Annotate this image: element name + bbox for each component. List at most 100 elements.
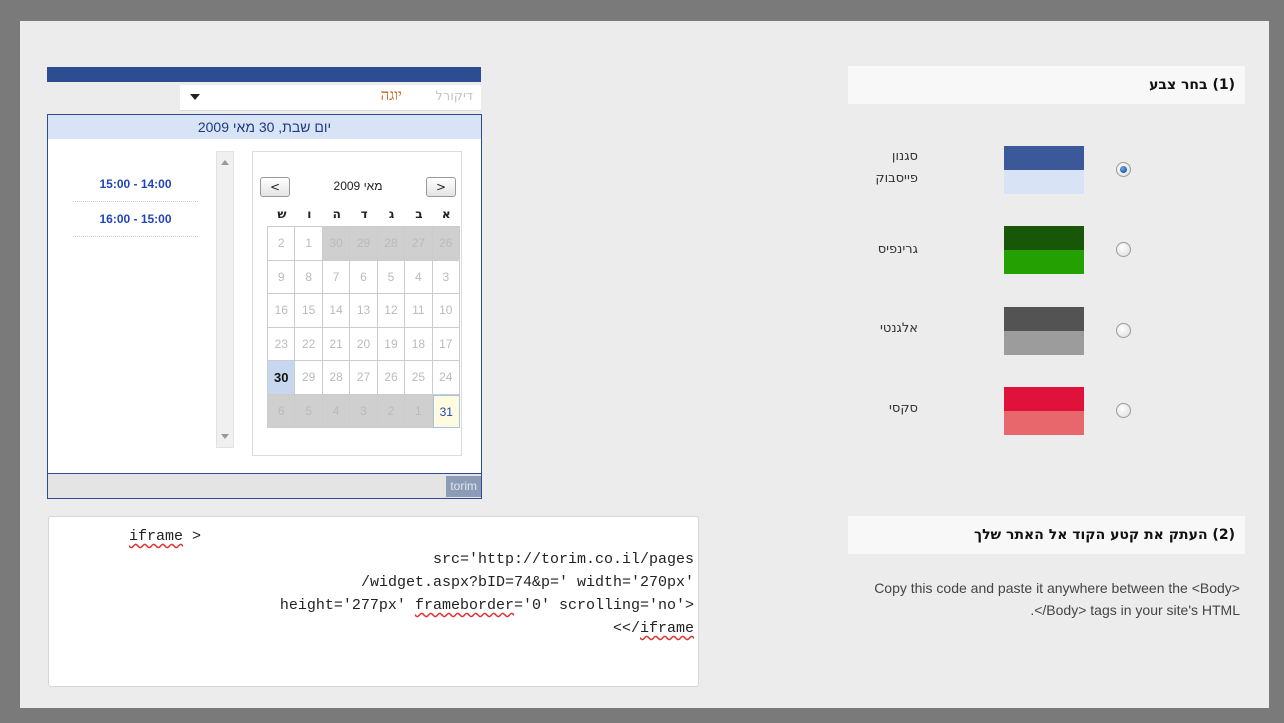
time-slot[interactable]: 15:00 - 14:00 xyxy=(73,167,198,202)
weekday-header: ד xyxy=(360,207,368,221)
calendar-week: 17 18 19 20 21 22 23 xyxy=(268,327,460,361)
calendar-month-label: מאי 2009 xyxy=(333,179,383,193)
color-option-greenpeace[interactable]: גרינפיס xyxy=(848,226,1258,286)
weekday-header: ה xyxy=(332,207,341,221)
color-radio-facebook[interactable] xyxy=(1116,162,1131,177)
calendar-day[interactable]: 5 xyxy=(295,394,323,428)
calendar-day[interactable]: 30 xyxy=(268,361,296,395)
calendar-prev-button[interactable]: < xyxy=(260,177,290,197)
embed-code-box[interactable]: iframe > src='http://torim.co.il/pages /… xyxy=(48,516,699,687)
color-swatch[interactable] xyxy=(1004,146,1084,194)
brand-link[interactable]: torim xyxy=(446,476,481,497)
code-line: height='277px' frameborder='0' scrolling… xyxy=(279,597,694,614)
option-label: סגנון פייסבוק xyxy=(875,149,918,186)
selected-date-header: יום שבת, 30 מאי 2009 xyxy=(48,115,481,139)
time-slot-scrollbar[interactable] xyxy=(216,151,234,448)
scroll-up-icon[interactable] xyxy=(221,160,229,165)
weekday-header: ו xyxy=(307,207,312,221)
calendar-day[interactable]: 7 xyxy=(322,260,351,294)
color-swatch[interactable] xyxy=(1004,307,1084,355)
calendar-day[interactable]: 28 xyxy=(377,227,406,261)
color-option-elegant[interactable]: אלגנטי xyxy=(848,307,1258,367)
calendar-day[interactable]: 2 xyxy=(377,394,406,428)
calendar-day[interactable]: 19 xyxy=(377,327,406,361)
calendar-day[interactable]: 28 xyxy=(322,361,351,395)
subcategory-label: דיקורל xyxy=(435,89,474,104)
color-radio-greenpeace[interactable] xyxy=(1116,242,1131,257)
calendar-day[interactable]: 1 xyxy=(405,394,433,428)
section-title-choose-color: (1) בחר צבע xyxy=(848,66,1245,104)
calendar-day[interactable]: 25 xyxy=(405,361,433,395)
calendar-day[interactable]: 1 xyxy=(295,227,323,261)
calendar-day[interactable]: 16 xyxy=(268,294,296,328)
calendar-week: 3456789 xyxy=(268,260,460,294)
main-panel: (1) בחר צבע סגנון פייסבוק גרינפיס אלגנטי… xyxy=(20,21,1269,708)
calendar-day[interactable]: 26 xyxy=(432,227,460,261)
calendar-nav: < מאי 2009 > xyxy=(260,177,456,197)
option-label: סקסי xyxy=(888,401,918,416)
calendar-day[interactable]: 3 xyxy=(350,394,378,428)
calendar-day[interactable]: 5 xyxy=(377,260,406,294)
code-line: src='http://torim.co.il/pages xyxy=(432,551,694,568)
color-swatch[interactable] xyxy=(1004,226,1084,274)
weekday-header: ג xyxy=(388,207,395,221)
calendar-day[interactable]: 6 xyxy=(268,394,296,428)
weekday-header: ש xyxy=(277,207,287,221)
option-label: אלגנטי xyxy=(880,321,918,336)
calendar-day[interactable]: 30 xyxy=(322,227,351,261)
calendar-day[interactable]: 11 xyxy=(405,294,433,328)
calendar-day[interactable]: 9 xyxy=(268,260,296,294)
calendar-day[interactable]: 31 xyxy=(432,394,460,428)
weekday-header: א xyxy=(441,207,451,221)
scroll-down-icon[interactable] xyxy=(221,434,229,439)
calendar-day[interactable]: 4 xyxy=(322,394,351,428)
category-select[interactable]: יוגה דיקורל xyxy=(180,85,481,111)
time-slot-list: 15:00 - 14:00 16:00 - 15:00 xyxy=(73,167,198,237)
calendar-day[interactable]: 12 xyxy=(377,294,406,328)
calendar-day[interactable]: 22 xyxy=(295,327,323,361)
code-line: <</iframe xyxy=(612,620,694,637)
color-option-sexy[interactable]: סקסי xyxy=(848,387,1258,447)
color-radio-sexy[interactable] xyxy=(1116,403,1131,418)
copy-instructions: Copy this code and paste it anywhere bet… xyxy=(874,580,1240,618)
calendar-week: 31 1 2 3 4 5 6 xyxy=(268,394,460,428)
calendar-day[interactable]: 2 xyxy=(268,227,296,261)
widget-frame: יום שבת, 30 מאי 2009 15:00 - 14:00 16:00… xyxy=(47,114,482,499)
color-swatch[interactable] xyxy=(1004,387,1084,435)
calendar-day[interactable]: 23 xyxy=(268,327,296,361)
calendar-day[interactable]: 27 xyxy=(405,227,433,261)
calendar-week: 24 25 26 27 28 29 30 xyxy=(268,361,460,395)
calendar-day[interactable]: 29 xyxy=(350,227,378,261)
time-slot[interactable]: 16:00 - 15:00 xyxy=(73,202,198,237)
code-line: /widget.aspx?bID=74&p=' width='270px' xyxy=(360,574,694,591)
calendar-day[interactable]: 13 xyxy=(350,294,378,328)
code-line: iframe > xyxy=(129,528,202,545)
calendar-day[interactable]: 17 xyxy=(432,327,460,361)
calendar-week: 10 11 12 13 14 15 16 xyxy=(268,294,460,328)
calendar-day[interactable]: 27 xyxy=(350,361,378,395)
color-option-facebook[interactable]: סגנון פייסבוק xyxy=(848,146,1258,206)
category-selected: יוגה xyxy=(380,88,402,104)
calendar-grid: 26 27 28 29 30 1 2 3 4 5 6 7 8 9 10 11 12 13 14 15 16 17 18 19 2… xyxy=(267,226,460,428)
calendar-day[interactable]: 20 xyxy=(350,327,378,361)
calendar-day[interactable]: 29 xyxy=(295,361,323,395)
chevron-down-icon[interactable] xyxy=(190,94,200,100)
calendar-day[interactable]: 26 xyxy=(377,361,406,395)
option-label: גרינפיס xyxy=(877,242,918,257)
calendar-next-button[interactable]: > xyxy=(426,177,456,197)
calendar-day[interactable]: 15 xyxy=(295,294,323,328)
widget-footer: torim xyxy=(48,473,481,498)
calendar-day[interactable]: 21 xyxy=(322,327,351,361)
calendar-day[interactable]: 24 xyxy=(432,361,460,395)
calendar-day[interactable]: 6 xyxy=(350,260,378,294)
calendar-day[interactable]: 18 xyxy=(405,327,433,361)
calendar-day[interactable]: 3 xyxy=(432,260,460,294)
calendar-day[interactable]: 4 xyxy=(405,260,433,294)
calendar-week: 26 27 28 29 30 1 2 xyxy=(268,227,460,261)
section-title-copy-code: (2) העתק את קטע הקוד אל האתר שלך xyxy=(848,516,1245,554)
calendar-day[interactable]: 14 xyxy=(322,294,351,328)
calendar-day[interactable]: 10 xyxy=(432,294,460,328)
calendar: < מאי 2009 > אבגדהוש 26 27 28 29 30 1 2 3 4 5 6 7 8 9… xyxy=(252,151,462,456)
color-radio-elegant[interactable] xyxy=(1116,323,1131,338)
calendar-day[interactable]: 8 xyxy=(295,260,323,294)
